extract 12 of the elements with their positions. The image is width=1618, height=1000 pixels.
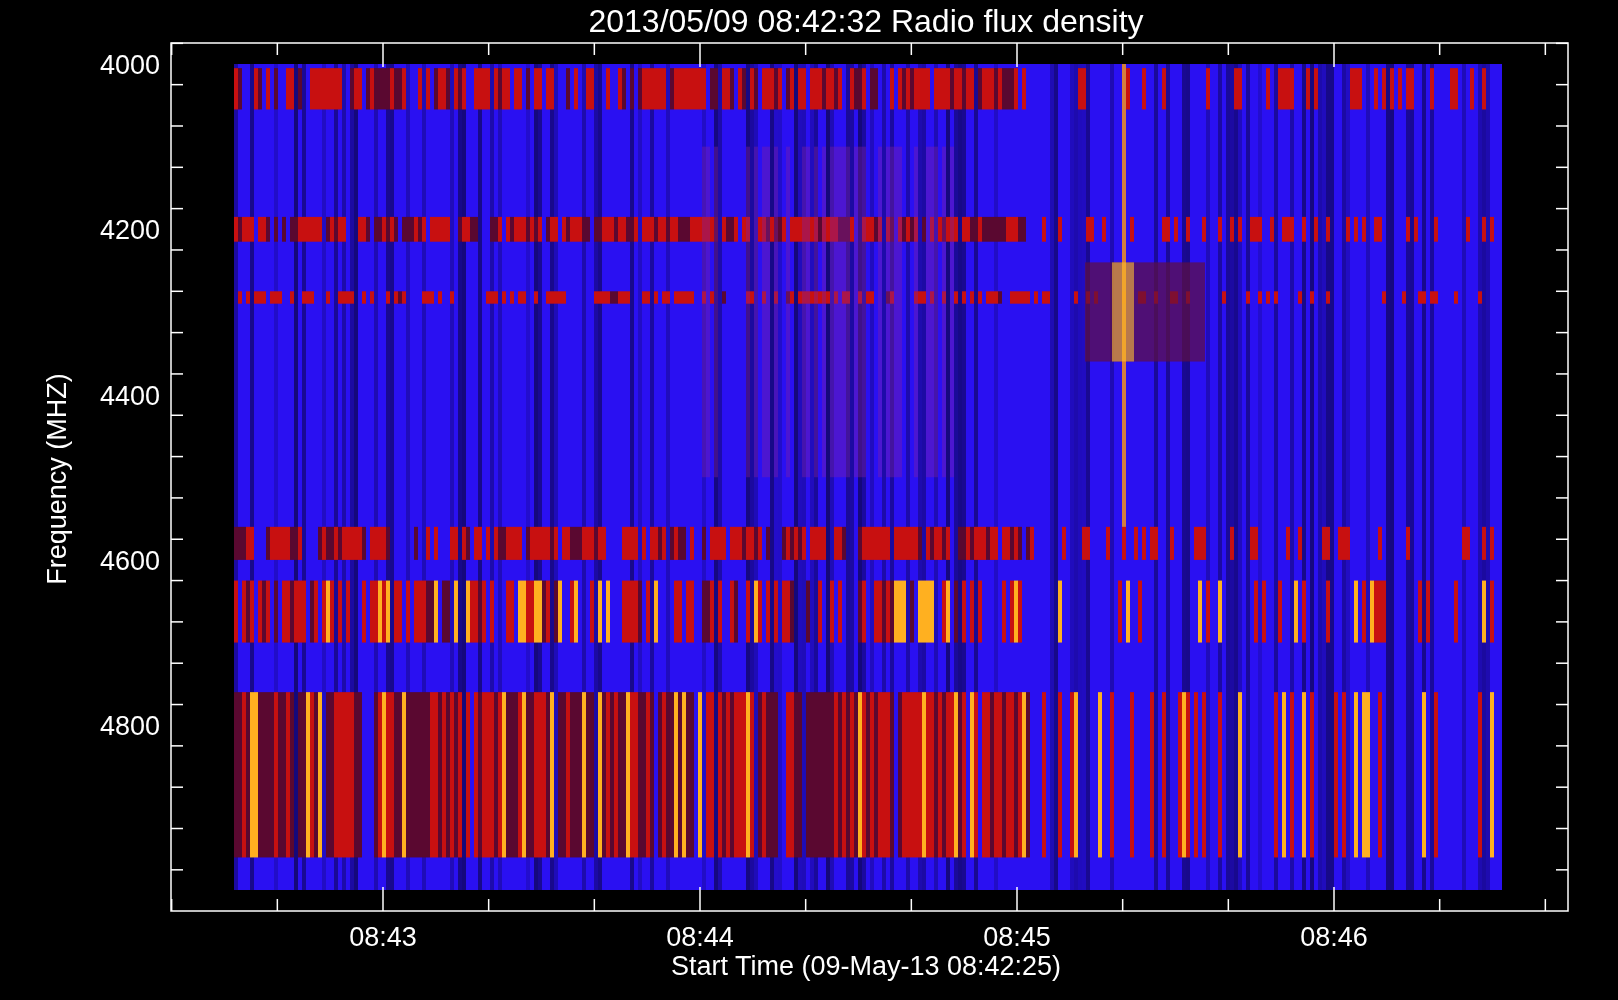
x-tick-label: 08:43 [349, 922, 417, 952]
y-tick-label: 4400 [99, 380, 160, 411]
x-tick-label: 08:46 [1300, 922, 1368, 952]
x-tick-label: 08:45 [983, 922, 1051, 952]
chart-title: 2013/05/09 08:42:32 Radio flux density [588, 3, 1144, 39]
y-tick-label: 4800 [99, 711, 160, 742]
x-tick-label: 08:44 [666, 922, 734, 952]
y-tick-label: 4000 [99, 50, 160, 80]
y-tick-label: 4200 [99, 215, 160, 246]
x-axis-label: Start Time (09-May-13 08:42:25) [670, 951, 1062, 981]
y-axis-label: Frequency (MHZ) [42, 373, 72, 585]
y-tick-label: 4600 [99, 545, 160, 576]
